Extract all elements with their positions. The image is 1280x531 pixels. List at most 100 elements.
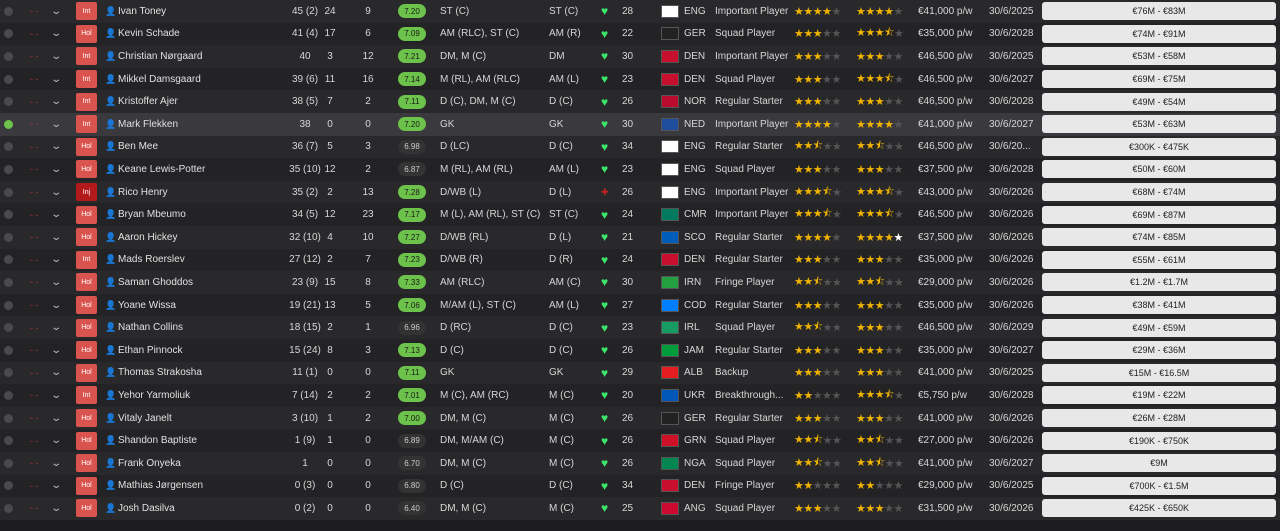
table-row[interactable]: - - ⌄ Int 👤 Ivan Toney 45 (2) 24 9 7.20 … (0, 0, 1280, 23)
chevron-down-icon[interactable]: ⌄ (50, 45, 62, 68)
player-name[interactable]: Keane Lewis-Potter (118, 158, 278, 181)
player-name[interactable]: Yoane Wissa (118, 294, 278, 317)
select-circle-icon[interactable] (4, 384, 14, 407)
select-circle-icon[interactable] (4, 294, 14, 317)
player-name[interactable]: Ivan Toney (118, 0, 278, 23)
player-name[interactable]: Kevin Schade (118, 23, 278, 46)
player-name[interactable]: Shandon Baptiste (118, 429, 278, 452)
nationality: NED (684, 118, 706, 130)
chevron-down-icon[interactable]: ⌄ (50, 271, 62, 294)
chevron-down-icon[interactable]: ⌄ (50, 497, 62, 520)
select-circle-icon[interactable] (4, 0, 14, 23)
person-icon: 👤 (105, 73, 117, 84)
chevron-down-icon[interactable]: ⌄ (50, 475, 62, 498)
table-row[interactable]: - - ⌄ Hol 👤 Keane Lewis-Potter 35 (10) 1… (0, 158, 1280, 181)
player-name[interactable]: Mikkel Damsgaard (118, 68, 278, 91)
select-circle-icon[interactable] (4, 316, 14, 339)
player-name[interactable]: Bryan Mbeumo (118, 203, 278, 226)
person-icon: 👤 (105, 96, 117, 107)
table-row[interactable]: - - ⌄ Hol 👤 Nathan Collins 18 (15) 2 1 6… (0, 316, 1280, 339)
select-circle-icon[interactable] (4, 45, 14, 68)
chevron-down-icon[interactable]: ⌄ (50, 452, 62, 475)
select-circle-icon[interactable] (4, 158, 14, 181)
player-name[interactable]: Mark Flekken (118, 113, 278, 136)
table-row[interactable]: - - ⌄ Inj 👤 Rico Henry 35 (2) 2 13 7.28 … (0, 180, 1280, 204)
table-row[interactable]: - - ⌄ Int 👤 Mikkel Damsgaard 39 (6) 11 1… (0, 67, 1280, 91)
select-circle-icon[interactable] (4, 90, 14, 113)
table-row[interactable]: - - ⌄ Int 👤 Mark Flekken 38 0 0 7.20 GK … (0, 113, 1280, 136)
chevron-down-icon[interactable]: ⌄ (50, 226, 62, 249)
table-row[interactable]: - - ⌄ Hol 👤 Bryan Mbeumo 34 (5) 12 23 7.… (0, 203, 1280, 226)
player-name[interactable]: Christian Nørgaard (118, 45, 278, 68)
chevron-down-icon[interactable]: ⌄ (50, 362, 62, 385)
chevron-down-icon[interactable]: ⌄ (50, 429, 62, 452)
chevron-down-icon[interactable]: ⌄ (50, 294, 62, 317)
select-circle-icon[interactable] (4, 271, 14, 294)
select-circle-icon[interactable] (4, 339, 14, 362)
player-name[interactable]: Frank Onyeka (118, 452, 278, 475)
table-row[interactable]: - - ⌄ Hol 👤 Vitaly Janelt 3 (10) 1 2 7.0… (0, 406, 1280, 430)
player-name[interactable]: Ben Mee (118, 136, 278, 159)
table-row[interactable]: - - ⌄ Hol 👤 Frank Onyeka 1 0 0 6.70 DM, … (0, 452, 1280, 475)
chevron-down-icon[interactable]: ⌄ (50, 181, 62, 204)
player-name[interactable]: Mads Roerslev (118, 249, 278, 272)
table-row[interactable]: - - ⌄ Int 👤 Yehor Yarmoliuk 7 (14) 2 2 7… (0, 384, 1280, 407)
player-name[interactable]: Josh Dasilva (118, 497, 278, 520)
chevron-down-icon[interactable]: ⌄ (50, 339, 62, 362)
chevron-down-icon[interactable]: ⌄ (50, 158, 62, 181)
select-circle-icon[interactable] (4, 362, 14, 385)
person-icon: 👤 (105, 254, 117, 265)
chevron-down-icon[interactable]: ⌄ (50, 384, 62, 407)
player-name[interactable]: Aaron Hickey (118, 226, 278, 249)
player-name[interactable]: Yehor Yarmoliuk (118, 384, 278, 407)
avg-rating: 7.11 (397, 362, 427, 385)
select-circle-icon[interactable] (4, 23, 14, 46)
table-row[interactable]: - - ⌄ Hol 👤 Thomas Strakosha 11 (1) 0 0 … (0, 361, 1280, 385)
table-row[interactable]: - - ⌄ Hol 👤 Yoane Wissa 19 (21) 13 5 7.0… (0, 293, 1280, 317)
player-name[interactable]: Ethan Pinnock (118, 339, 278, 362)
table-row[interactable]: - - ⌄ Hol 👤 Ethan Pinnock 15 (24) 8 3 7.… (0, 339, 1280, 362)
chevron-down-icon[interactable]: ⌄ (50, 407, 62, 430)
select-circle-icon[interactable] (4, 226, 14, 249)
select-circle-icon[interactable] (4, 249, 14, 272)
potential-ability-stars: ★★★★★ (856, 5, 903, 18)
chevron-down-icon[interactable]: ⌄ (50, 113, 62, 136)
table-row[interactable]: - - ⌄ Hol 👤 Shandon Baptiste 1 (9) 1 0 6… (0, 429, 1280, 452)
table-row[interactable]: - - ⌄ Hol 👤 Josh Dasilva 0 (2) 0 0 6.40 … (0, 497, 1280, 520)
select-circle-icon[interactable] (4, 203, 14, 226)
assists: 1 (365, 322, 371, 334)
player-name[interactable]: Vitaly Janelt (118, 407, 278, 430)
table-row[interactable]: - - ⌄ Hol 👤 Ben Mee 36 (7) 5 3 6.98 D (L… (0, 135, 1280, 159)
select-circle-icon[interactable] (4, 68, 14, 91)
chevron-down-icon[interactable]: ⌄ (50, 316, 62, 339)
select-circle-icon[interactable] (4, 429, 14, 452)
player-name[interactable]: Rico Henry (118, 181, 278, 204)
select-circle-icon[interactable] (4, 136, 14, 159)
player-name[interactable]: Mathias Jørgensen (118, 475, 278, 498)
chevron-down-icon[interactable]: ⌄ (50, 249, 62, 272)
select-circle-icon[interactable] (4, 181, 14, 204)
chevron-down-icon[interactable]: ⌄ (50, 23, 62, 46)
table-row[interactable]: - - ⌄ Int 👤 Mads Roerslev 27 (12) 2 7 7.… (0, 248, 1280, 272)
table-row[interactable]: - - ⌄ Int 👤 Christian Nørgaard 40 3 12 7… (0, 45, 1280, 68)
select-circle-icon[interactable] (4, 452, 14, 475)
age: 26 (622, 457, 634, 469)
player-name[interactable]: Saman Ghoddos (118, 271, 278, 294)
chevron-down-icon[interactable]: ⌄ (50, 68, 62, 91)
player-name[interactable]: Nathan Collins (118, 316, 278, 339)
select-circle-icon[interactable] (4, 113, 14, 136)
player-name[interactable]: Thomas Strakosha (118, 362, 278, 385)
table-row[interactable]: - - ⌄ Int 👤 Kristoffer Ajer 38 (5) 7 2 7… (0, 90, 1280, 113)
table-row[interactable]: - - ⌄ Hol 👤 Kevin Schade 41 (4) 17 6 7.0… (0, 22, 1280, 46)
table-row[interactable]: - - ⌄ Hol 👤 Aaron Hickey 32 (10) 4 10 7.… (0, 226, 1280, 249)
chevron-down-icon[interactable]: ⌄ (50, 203, 62, 226)
chevron-down-icon[interactable]: ⌄ (50, 90, 62, 113)
table-row[interactable]: - - ⌄ Hol 👤 Saman Ghoddos 23 (9) 15 8 7.… (0, 271, 1280, 294)
player-name[interactable]: Kristoffer Ajer (118, 90, 278, 113)
select-circle-icon[interactable] (4, 497, 14, 520)
table-row[interactable]: - - ⌄ Hol 👤 Mathias Jørgensen 0 (3) 0 0 … (0, 474, 1280, 498)
select-circle-icon[interactable] (4, 407, 14, 430)
chevron-down-icon[interactable]: ⌄ (50, 0, 62, 23)
select-circle-icon[interactable] (4, 475, 14, 498)
chevron-down-icon[interactable]: ⌄ (50, 136, 62, 159)
